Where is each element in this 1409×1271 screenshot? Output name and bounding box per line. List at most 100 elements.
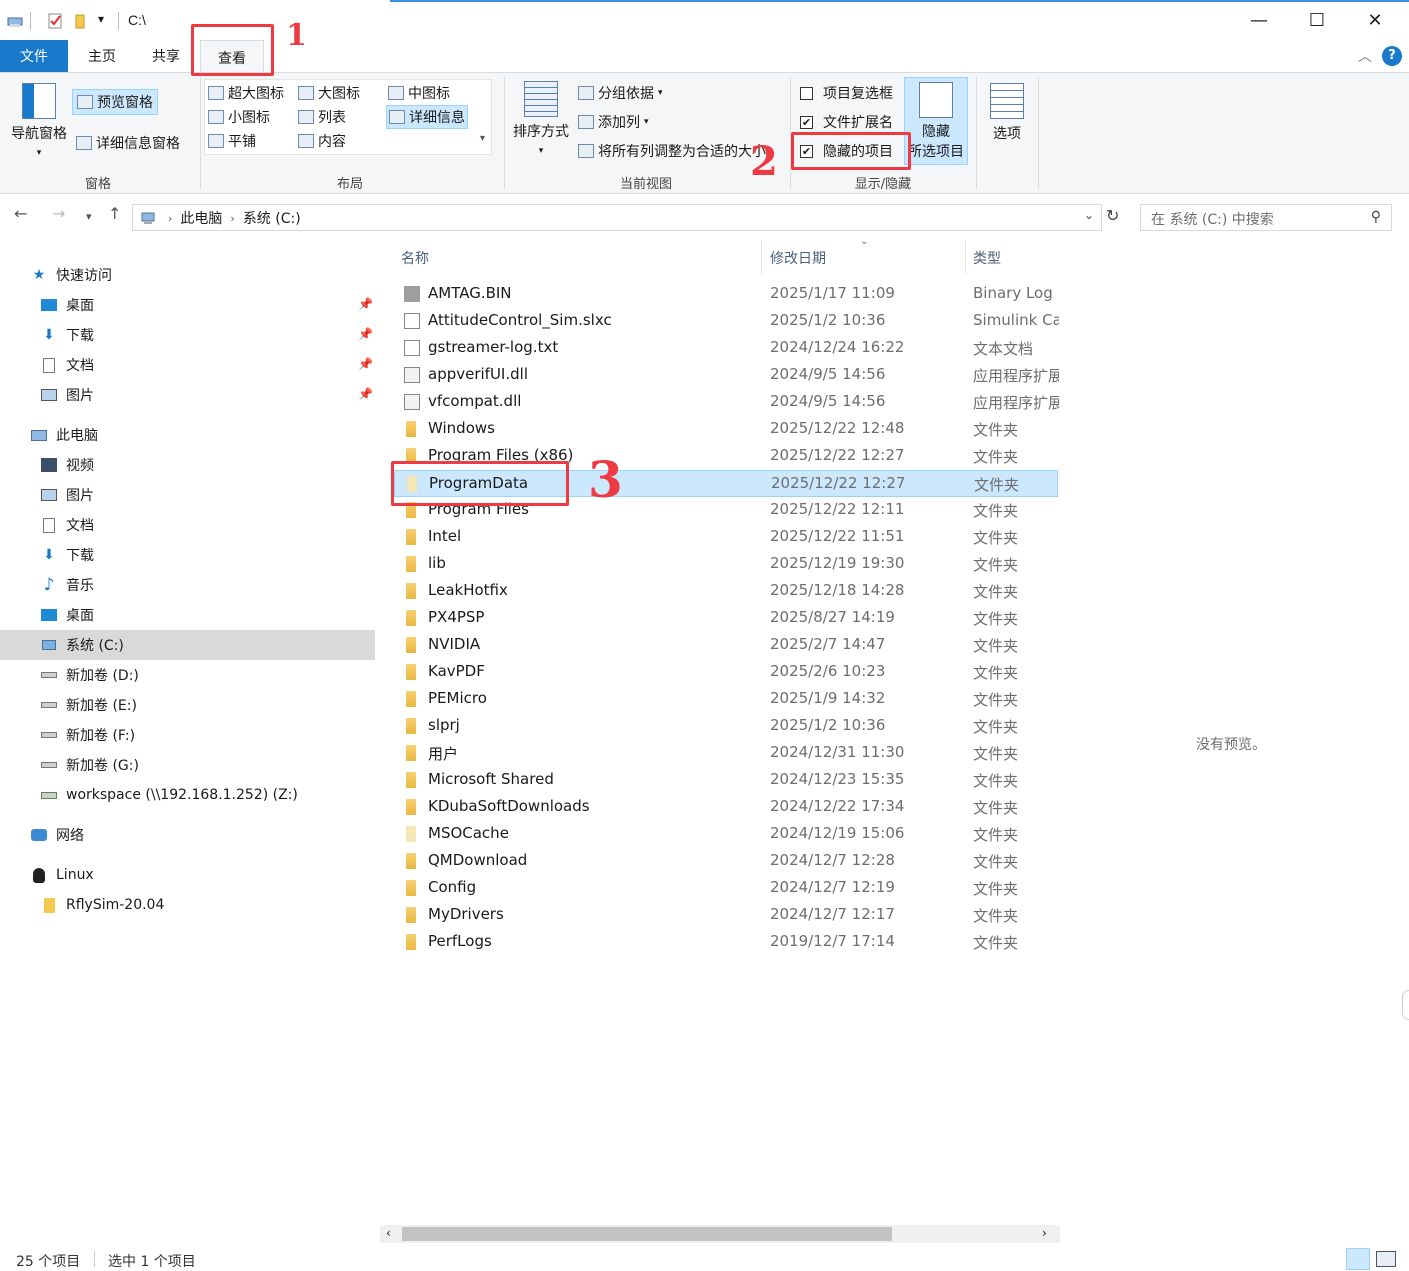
nav-pc-pictures[interactable]: 图片 bbox=[40, 480, 94, 510]
table-row[interactable]: PerfLogs 2019/12/7 17:14 文件夹 bbox=[394, 929, 1058, 956]
file-extensions-checkbox[interactable]: ✔ bbox=[800, 115, 813, 129]
nav-pc-drive-e[interactable]: 新加卷 (E:) bbox=[40, 690, 137, 720]
pin-icon[interactable]: 📌 bbox=[358, 327, 373, 341]
table-row[interactable]: LeakHotfix 2025/12/18 14:28 文件夹 bbox=[394, 578, 1058, 605]
layout-list[interactable]: 列表 bbox=[298, 107, 346, 127]
nav-quick-access[interactable]: ★ 快速访问 bbox=[30, 260, 112, 290]
nav-pc-desktop[interactable]: 桌面 bbox=[40, 600, 94, 630]
fit-columns-button[interactable]: 将所有列调整为合适的大小 bbox=[578, 141, 766, 161]
breadcrumb-separator-icon[interactable]: › bbox=[230, 212, 234, 225]
table-row[interactable]: AMTAG.BIN 2025/1/17 11:09 Binary Log bbox=[394, 281, 1058, 308]
layout-tiles[interactable]: 平铺 bbox=[208, 131, 256, 151]
pin-icon[interactable]: 📌 bbox=[358, 297, 373, 311]
tab-file[interactable]: 文件 bbox=[0, 40, 68, 72]
preview-pane-button[interactable]: 预览窗格 bbox=[72, 89, 158, 115]
table-row[interactable]: appverifUI.dll 2024/9/5 14:56 应用程序扩展 bbox=[394, 362, 1059, 389]
maximize-button[interactable]: ☐ bbox=[1288, 4, 1346, 36]
table-row[interactable]: AttitudeControl_Sim.slxc 2025/1/2 10:36 Si… bbox=[394, 308, 1059, 335]
nav-pc-drive-d[interactable]: 新加卷 (D:) bbox=[40, 660, 139, 690]
table-row[interactable]: QMDownload 2024/12/7 12:28 文件夹 bbox=[394, 848, 1058, 875]
layout-large[interactable]: 大图标 bbox=[298, 83, 360, 103]
breadcrumb-separator-icon[interactable]: › bbox=[168, 212, 172, 225]
scrollbar-thumb[interactable] bbox=[402, 1227, 892, 1241]
up-arrow-icon[interactable]: ↑ bbox=[108, 204, 121, 223]
details-view-icon[interactable] bbox=[1346, 1248, 1370, 1270]
address-history-dropdown-icon[interactable]: ⌄ bbox=[1084, 208, 1094, 222]
new-folder-icon[interactable] bbox=[72, 12, 90, 30]
table-row[interactable]: Microsoft Shared 2024/12/23 15:35 文件夹 bbox=[394, 767, 1058, 794]
table-row[interactable]: gstreamer-log.txt 2024/12/24 16:22 文本文档 bbox=[394, 335, 1058, 362]
nav-pc-drive-f[interactable]: 新加卷 (F:) bbox=[40, 720, 135, 750]
sort-by-button[interactable]: 排序方式 ▾ bbox=[508, 81, 574, 157]
horizontal-scrollbar[interactable]: ‹ › bbox=[380, 1225, 1060, 1243]
group-by-button[interactable]: 分组依据 ▾ bbox=[578, 83, 663, 103]
table-row[interactable]: 用户 2024/12/31 11:30 文件夹 bbox=[394, 740, 1058, 767]
nav-quick-documents[interactable]: 文档 bbox=[40, 350, 94, 380]
quick-access-dropdown-icon[interactable]: ▾ bbox=[98, 12, 104, 26]
details-pane-button[interactable]: 详细信息窗格 bbox=[76, 133, 180, 153]
collapse-ribbon-icon[interactable]: ︿ bbox=[1358, 46, 1372, 66]
nav-quick-pictures[interactable]: 图片 bbox=[40, 380, 94, 410]
nav-linux-rflysim[interactable]: RflySim-20.04 bbox=[40, 890, 164, 920]
large-icons-view-icon[interactable] bbox=[1376, 1251, 1396, 1267]
breadcrumb-this-pc[interactable]: 此电脑 bbox=[180, 208, 222, 228]
table-row[interactable]: vfcompat.dll 2024/9/5 14:56 应用程序扩展 bbox=[394, 389, 1059, 416]
table-row[interactable]: slprj 2025/1/2 10:36 文件夹 bbox=[394, 713, 1058, 740]
tab-home[interactable]: 主页 bbox=[76, 40, 128, 72]
back-arrow-icon[interactable]: ← bbox=[14, 204, 27, 223]
breadcrumb-drive-c[interactable]: 系统 (C:) bbox=[243, 208, 301, 228]
hide-selected-button[interactable]: 隐藏 所选项目 bbox=[904, 77, 968, 165]
explorer-app-icon[interactable] bbox=[6, 12, 24, 30]
table-row[interactable]: Intel 2025/12/22 11:51 文件夹 bbox=[394, 524, 1058, 551]
column-header-type[interactable]: 类型 bbox=[973, 248, 1001, 268]
nav-this-pc[interactable]: 此电脑 bbox=[30, 420, 98, 450]
search-input[interactable]: 在 系统 (C:) 中搜索 ⚲ bbox=[1140, 204, 1392, 231]
search-icon[interactable]: ⚲ bbox=[1371, 209, 1381, 225]
table-row[interactable]: PEMicro 2025/1/9 14:32 文件夹 bbox=[394, 686, 1058, 713]
nav-pc-network-drive-z[interactable]: workspace (\\192.168.1.252) (Z:) bbox=[40, 780, 298, 810]
nav-quick-downloads[interactable]: ⬇ 下载 bbox=[40, 320, 94, 350]
layout-small[interactable]: 小图标 bbox=[208, 107, 270, 127]
close-button[interactable]: ✕ bbox=[1346, 4, 1404, 36]
recent-locations-icon[interactable]: ▾ bbox=[86, 210, 92, 223]
nav-linux[interactable]: Linux bbox=[30, 860, 94, 890]
help-icon[interactable]: ? bbox=[1382, 46, 1402, 66]
minimize-button[interactable]: — bbox=[1230, 4, 1288, 36]
nav-pc-drive-g[interactable]: 新加卷 (G:) bbox=[40, 750, 139, 780]
properties-icon[interactable] bbox=[46, 12, 64, 30]
column-header-name[interactable]: 名称 bbox=[401, 248, 429, 268]
layout-content[interactable]: 内容 bbox=[298, 131, 346, 151]
refresh-icon[interactable]: ↻ bbox=[1106, 206, 1119, 225]
nav-network[interactable]: 网络 bbox=[30, 820, 84, 850]
table-row[interactable]: Windows 2025/12/22 12:48 文件夹 bbox=[394, 416, 1058, 443]
layout-details[interactable]: 详细信息 bbox=[386, 105, 468, 129]
forward-arrow-icon[interactable]: → bbox=[52, 204, 65, 223]
table-row[interactable]: KavPDF 2025/2/6 10:23 文件夹 bbox=[394, 659, 1058, 686]
table-row[interactable]: NVIDIA 2025/2/7 14:47 文件夹 bbox=[394, 632, 1058, 659]
scroll-right-icon[interactable]: › bbox=[1042, 1226, 1047, 1240]
table-row[interactable]: Config 2024/12/7 12:19 文件夹 bbox=[394, 875, 1058, 902]
nav-pc-drive-c[interactable]: 系统 (C:) bbox=[40, 630, 124, 660]
options-button[interactable]: 选项 bbox=[982, 83, 1032, 143]
table-row[interactable]: MyDrivers 2024/12/7 12:17 文件夹 bbox=[394, 902, 1058, 929]
pin-icon[interactable]: 📌 bbox=[358, 357, 373, 371]
table-row[interactable]: MSOCache 2024/12/19 15:06 文件夹 bbox=[394, 821, 1058, 848]
scroll-left-icon[interactable]: ‹ bbox=[386, 1226, 391, 1240]
column-header-date[interactable]: 修改日期 bbox=[770, 248, 826, 268]
table-row[interactable]: lib 2025/12/19 19:30 文件夹 bbox=[394, 551, 1058, 578]
tab-share[interactable]: 共享 bbox=[140, 40, 192, 72]
table-row[interactable]: PX4PSP 2025/8/27 14:19 文件夹 bbox=[394, 605, 1058, 632]
layout-extra-large[interactable]: 超大图标 bbox=[208, 83, 284, 103]
nav-pc-downloads[interactable]: ⬇ 下载 bbox=[40, 540, 94, 570]
layout-medium[interactable]: 中图标 bbox=[388, 83, 450, 103]
preview-pane-resize-handle[interactable] bbox=[1402, 990, 1409, 1020]
pin-icon[interactable]: 📌 bbox=[358, 387, 373, 401]
nav-quick-desktop[interactable]: 桌面 bbox=[40, 290, 94, 320]
item-checkboxes-toggle[interactable]: 项目复选框 bbox=[800, 83, 893, 103]
nav-pc-documents[interactable]: 文档 bbox=[40, 510, 94, 540]
nav-pc-music[interactable]: ♪ 音乐 bbox=[40, 570, 94, 600]
nav-pane-button[interactable]: 导航窗格 ▾ bbox=[6, 83, 72, 159]
item-checkboxes-checkbox[interactable] bbox=[800, 86, 813, 100]
file-extensions-toggle[interactable]: ✔ 文件扩展名 bbox=[800, 112, 893, 132]
nav-pc-videos[interactable]: 视频 bbox=[40, 450, 94, 480]
